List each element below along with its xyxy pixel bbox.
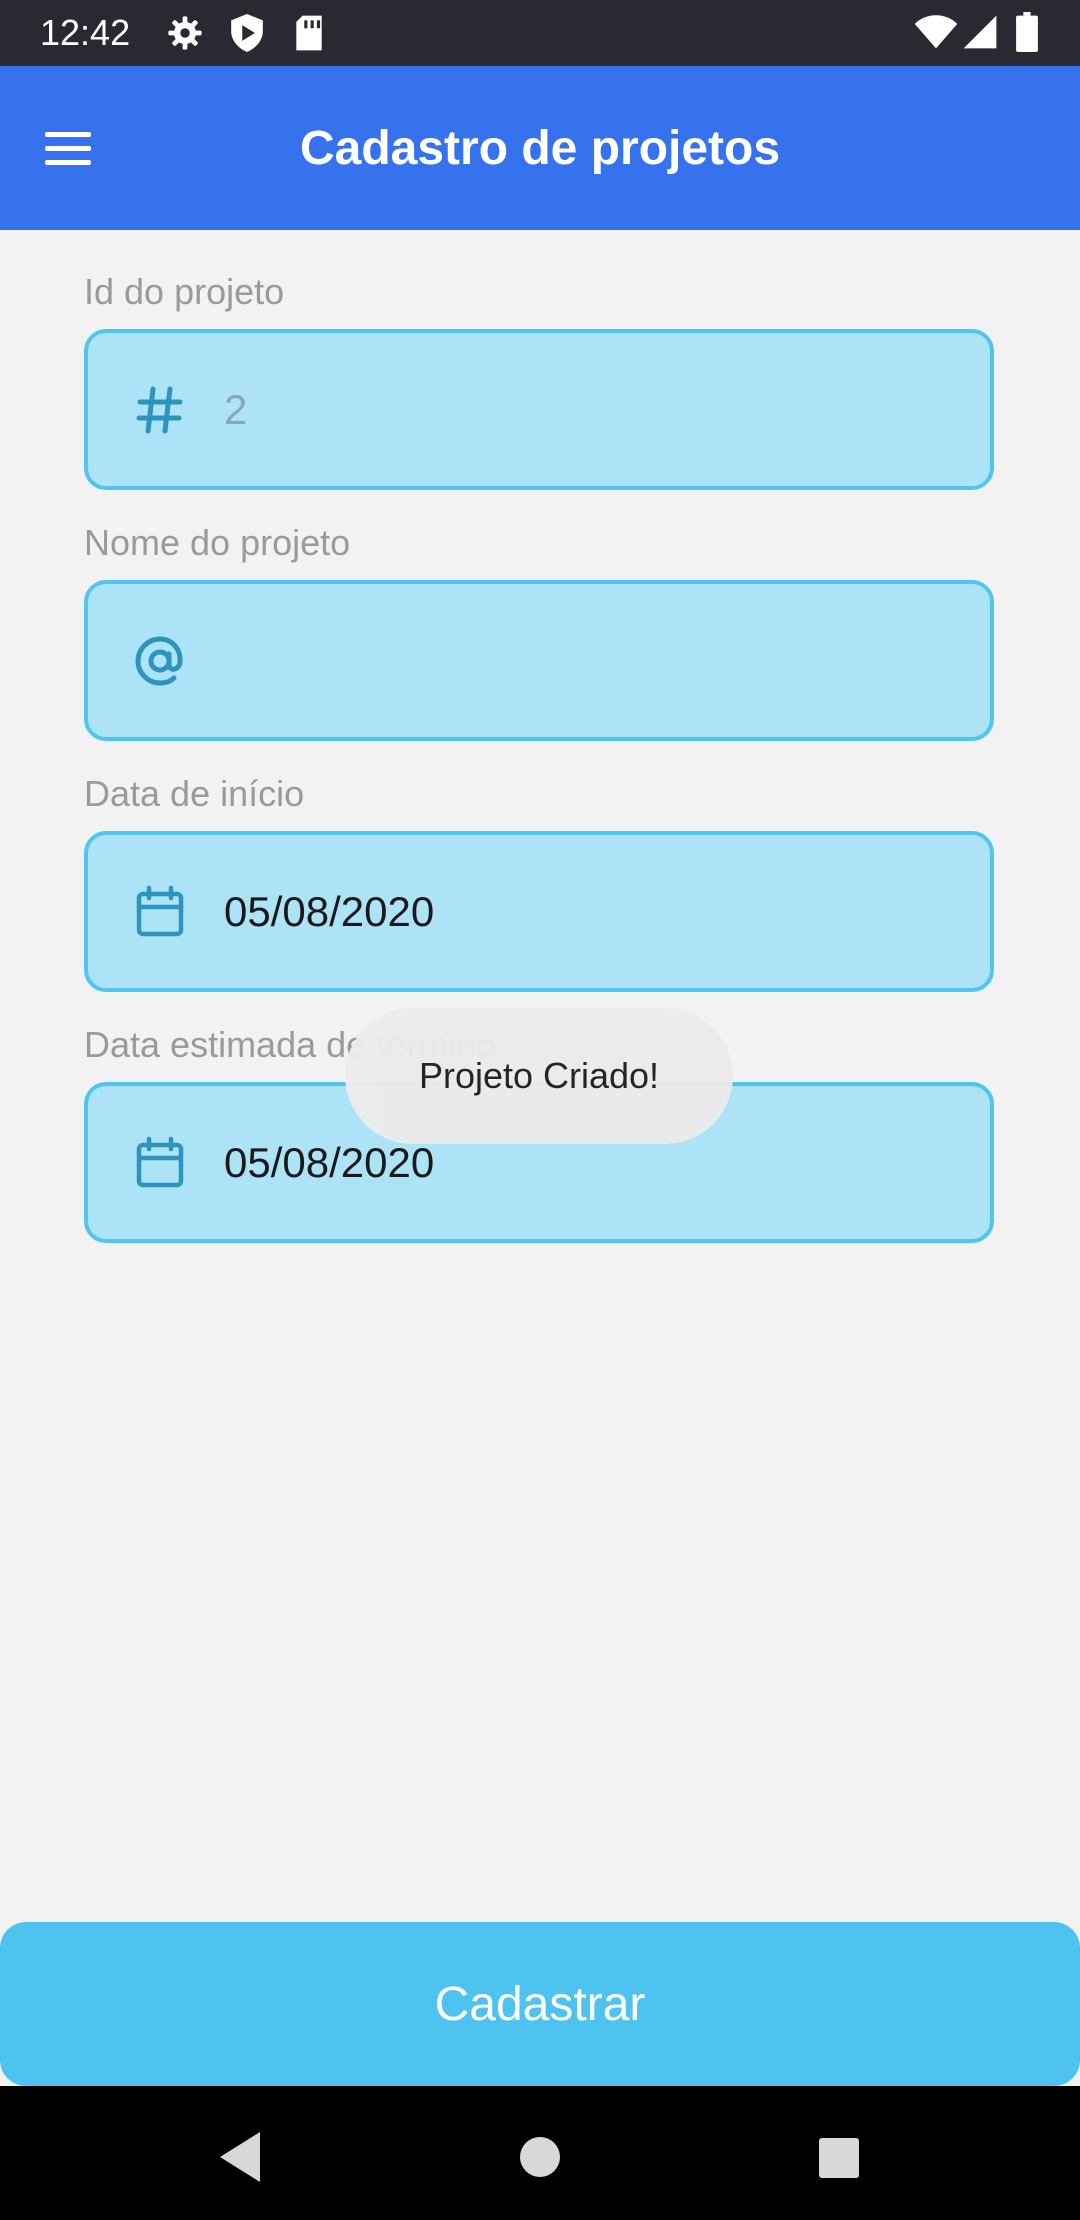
gear-icon: [168, 16, 202, 50]
sd-card-icon: [296, 15, 322, 51]
start-date-field[interactable]: 05/08/2020: [84, 831, 994, 992]
project-id-value: 2: [224, 386, 248, 433]
calendar-icon: [136, 1136, 184, 1188]
calendar-icon: [136, 885, 184, 937]
page-title: Cadastro de projetos: [299, 122, 781, 175]
toast-text: Projeto Criado!: [418, 1055, 660, 1096]
wifi-icon: [914, 15, 958, 49]
shield-icon: [231, 14, 263, 52]
app-bar: Cadastro de projetos: [0, 66, 1080, 230]
at-sign-icon: [135, 636, 183, 686]
start-date-label: Data de início: [84, 773, 305, 814]
home-icon[interactable]: [505, 2122, 575, 2192]
toast-message: Projeto Criado!: [345, 1008, 733, 1144]
submit-button[interactable]: Cadastrar: [0, 1922, 1080, 2086]
status-time: 12:42: [40, 12, 131, 53]
navigation-bar: [0, 2086, 1080, 2220]
recents-icon[interactable]: [803, 2122, 873, 2192]
hash-icon: [136, 386, 183, 434]
signal-icon: [963, 15, 997, 49]
project-id-field[interactable]: 2: [84, 329, 994, 490]
project-name-label: Nome do projeto: [84, 522, 351, 563]
battery-icon: [1016, 12, 1038, 52]
project-name-field[interactable]: [84, 580, 994, 741]
end-date-value: 05/08/2020: [224, 1139, 435, 1186]
status-bar: 12:42: [0, 0, 1080, 66]
start-date-value: 05/08/2020: [224, 888, 435, 935]
project-id-label: Id do projeto: [84, 271, 285, 312]
back-icon[interactable]: [206, 2122, 276, 2192]
